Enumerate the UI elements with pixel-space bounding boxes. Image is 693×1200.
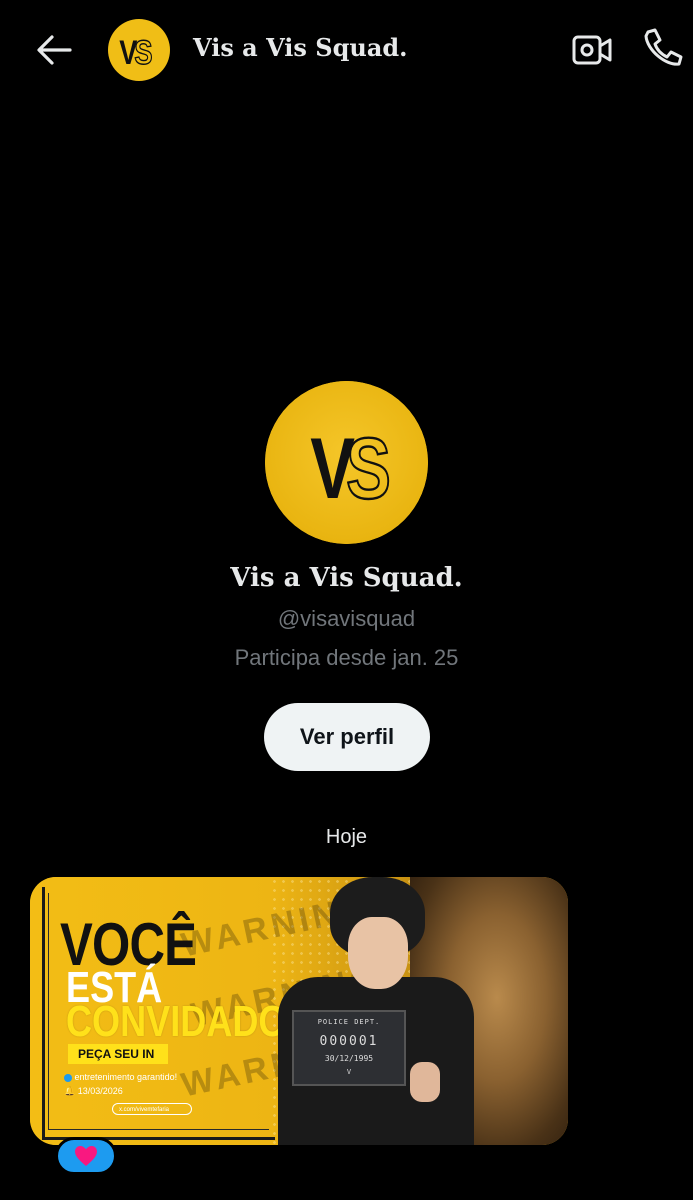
media-message-image[interactable]: WARNING WARNING WARNING VOCÊ ESTÁ CONVID… [30, 877, 568, 1145]
sign-number: 000001 [319, 1034, 379, 1049]
poster-figure-hand [410, 1062, 440, 1102]
profile-name: Vis a Vis Squad. [230, 563, 463, 593]
vs-logo-icon: V S [265, 381, 428, 544]
poster-headline-3: CONVIDADO [66, 997, 287, 1046]
profile-handle: @visavisquad [277, 606, 416, 631]
view-profile-button[interactable]: Ver perfil [264, 703, 430, 771]
video-camera-icon [572, 35, 612, 65]
svg-text:S: S [346, 421, 391, 517]
poster-date-text: 13/03/2026 [77, 1086, 123, 1096]
poster-url: x.com/vivemtefaria [112, 1103, 192, 1115]
vs-logo-icon: V S [119, 32, 153, 72]
date-separator: Hoje [325, 826, 368, 848]
heart-icon [75, 1146, 97, 1166]
poster-date: 🔔 13/03/2026 [64, 1086, 123, 1097]
back-button[interactable] [30, 26, 80, 76]
sign-name: V [346, 1068, 352, 1076]
bell-icon: 🔔 [64, 1086, 76, 1096]
top-bar: V S Vis a Vis Squad. [0, 0, 693, 104]
reaction-badge[interactable] [55, 1137, 117, 1175]
profile-joined-date: Participa desde jan. 25 [234, 645, 459, 670]
sign-date: 30/12/1995 [324, 1054, 374, 1063]
poster-tagline: entretenimento garantido! [64, 1072, 177, 1082]
video-call-button[interactable] [568, 26, 616, 74]
poster-tagline-text: entretenimento garantido! [74, 1072, 178, 1082]
svg-text:S: S [134, 33, 152, 72]
voice-call-button[interactable] [638, 24, 686, 72]
poster-cta: PEÇA SEU IN [68, 1044, 169, 1064]
sign-dept: POLICE DEPT. [317, 1018, 381, 1026]
conversation-title[interactable]: Vis a Vis Squad. [193, 33, 408, 62]
verified-icon [64, 1073, 72, 1082]
profile-avatar[interactable]: V S [265, 381, 428, 544]
mugshot-sign: POLICE DEPT. 000001 30/12/1995 V [292, 1010, 406, 1086]
poster-figure-face [348, 917, 408, 989]
header-avatar[interactable]: V S [108, 19, 170, 81]
phone-icon [644, 28, 683, 66]
arrow-left-icon [37, 35, 72, 65]
